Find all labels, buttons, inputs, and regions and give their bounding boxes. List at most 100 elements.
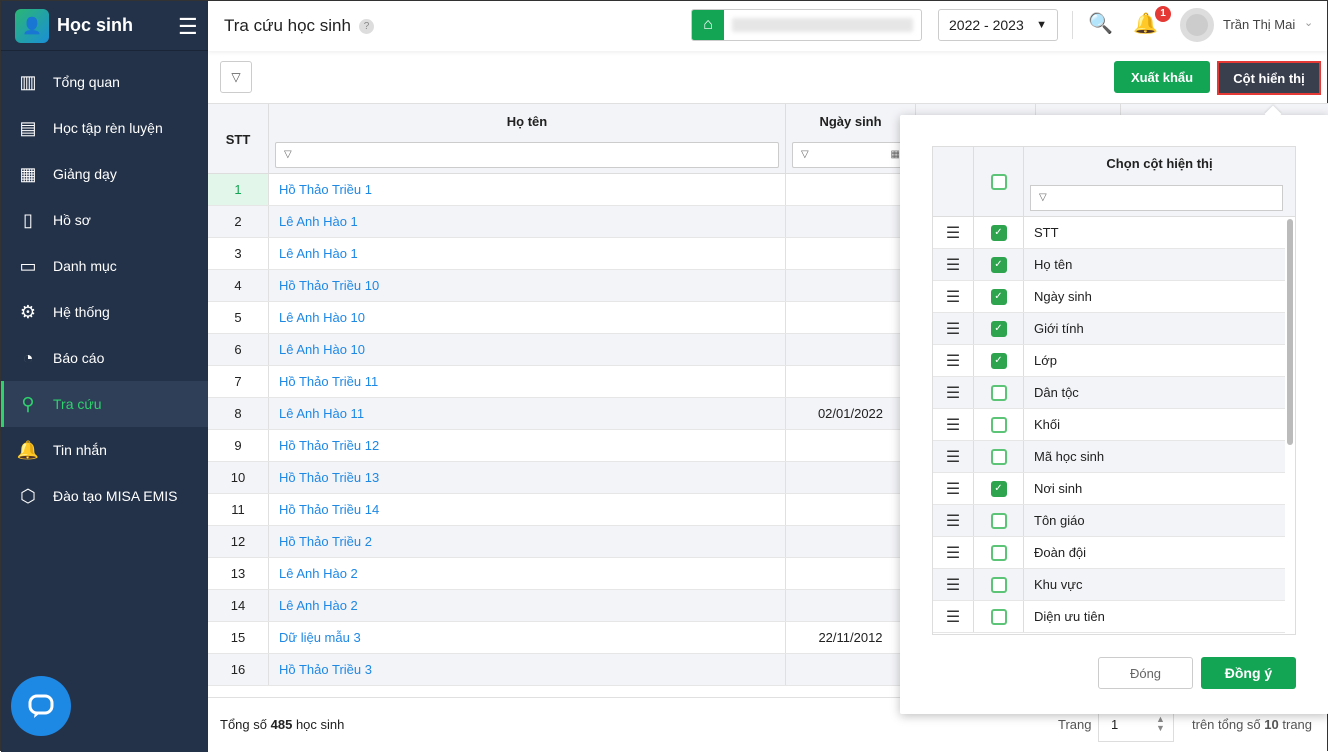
school-year-select[interactable]: 2022 - 2023 ▼ [938, 9, 1058, 41]
column-option: ☰ Dân tộc [933, 377, 1285, 409]
drag-handle-icon[interactable]: ☰ [933, 377, 974, 408]
column-checkbox[interactable]: ✓ [990, 224, 1007, 241]
bell-icon: 🔔 [16, 439, 40, 460]
sidebar-item-label: Học tập rèn luyện [53, 120, 163, 136]
chevron-down-icon[interactable]: ⌄ [1304, 16, 1313, 29]
student-name-link[interactable]: Hồ Thảo Triều 2 [269, 526, 786, 557]
student-name-link[interactable]: Lê Anh Hào 1 [269, 206, 786, 237]
pages-value: 10 [1264, 717, 1279, 732]
stt-cell: 4 [208, 270, 269, 301]
sidebar-item[interactable]: ▥ Tổng quan [1, 59, 208, 105]
student-name-link[interactable]: Lê Anh Hào 1 [269, 238, 786, 269]
sidebar-item[interactable]: ⚲ Tra cứu [1, 381, 208, 427]
sidebar-item[interactable]: ⬡ Đào tạo MISA EMIS [1, 473, 208, 519]
student-name-link[interactable]: Hồ Thảo Triều 10 [269, 270, 786, 301]
column-filter-input[interactable]: ▽ [1030, 185, 1283, 211]
drag-handle-icon[interactable]: ☰ [933, 441, 974, 472]
checkbox-cell [974, 569, 1024, 600]
column-checkbox[interactable] [990, 544, 1007, 561]
display-columns-button[interactable]: Cột hiển thị [1217, 61, 1321, 95]
sidebar-item[interactable]: ▯ Hồ sơ [1, 197, 208, 243]
stt-cell: 9 [208, 430, 269, 461]
page-stepper-icon[interactable]: ▲ ▼ [1156, 715, 1165, 733]
stt-cell: 10 [208, 462, 269, 493]
column-picker-header: Chọn cột hiện thị ▽ [933, 147, 1295, 217]
stt-cell: 15 [208, 622, 269, 653]
drag-handle-icon[interactable]: ☰ [933, 281, 974, 312]
menu-icon[interactable]: ☰ [178, 14, 198, 40]
avatar[interactable] [1180, 8, 1214, 42]
chat-icon [28, 694, 54, 718]
sidebar-item[interactable]: ▤ Học tập rèn luyện [1, 105, 208, 151]
dob-cell [786, 206, 916, 237]
student-name-link[interactable]: Lê Anh Hào 2 [269, 558, 786, 589]
drag-handle-icon[interactable]: ☰ [933, 345, 974, 376]
column-header-dob: Ngày sinh ▽ ▦ [786, 104, 916, 174]
confirm-button[interactable]: Đồng ý [1201, 657, 1296, 689]
column-picker-title: Chọn cột hiện thị [1106, 156, 1213, 171]
sidebar-item-label: Tổng quan [53, 74, 120, 90]
student-name-link[interactable]: Lê Anh Hào 10 [269, 334, 786, 365]
sidebar-item[interactable]: ▭ Danh mục [1, 243, 208, 289]
drag-handle-icon[interactable]: ☰ [933, 601, 974, 632]
select-all-checkbox[interactable] [990, 173, 1007, 190]
student-name-link[interactable]: Hồ Thảo Triều 11 [269, 366, 786, 397]
checkbox-cell [974, 441, 1024, 472]
close-button[interactable]: Đóng [1098, 657, 1193, 689]
column-option: ☰ ✓ Lớp [933, 345, 1285, 377]
column-checkbox[interactable] [990, 416, 1007, 433]
sidebar-item[interactable]: ◔ Báo cáo [1, 335, 208, 381]
drag-handle-icon[interactable]: ☰ [933, 313, 974, 344]
column-option: ☰ ✓ Họ tên [933, 249, 1285, 281]
column-checkbox[interactable] [990, 384, 1007, 401]
calendar-icon[interactable]: ▦ [891, 149, 900, 160]
student-name-link[interactable]: Lê Anh Hào 2 [269, 590, 786, 621]
drag-handle-icon[interactable]: ☰ [933, 217, 974, 248]
column-option: ☰ Diện ưu tiên [933, 601, 1285, 633]
column-header-stt: STT [208, 104, 269, 174]
dob-cell [786, 526, 916, 557]
column-checkbox[interactable] [990, 448, 1007, 465]
column-checkbox[interactable]: ✓ [990, 320, 1007, 337]
column-option: ☰ Khối [933, 409, 1285, 441]
column-checkbox[interactable]: ✓ [990, 480, 1007, 497]
drag-handle-icon[interactable]: ☰ [933, 249, 974, 280]
column-checkbox[interactable]: ✓ [990, 352, 1007, 369]
sidebar-item[interactable]: ▦ Giảng dạy [1, 151, 208, 197]
column-checkbox[interactable] [990, 512, 1007, 529]
column-checkbox[interactable] [990, 608, 1007, 625]
checkbox-cell [974, 377, 1024, 408]
student-name-link[interactable]: Hồ Thảo Triều 3 [269, 654, 786, 685]
search-icon: ⚲ [21, 393, 35, 414]
user-name[interactable]: Trần Thị Mai [1223, 17, 1295, 32]
drag-handle-icon[interactable]: ☰ [933, 473, 974, 504]
drag-handle-icon[interactable]: ☰ [933, 537, 974, 568]
name-filter-input[interactable]: ▽ [275, 142, 779, 168]
chat-button[interactable] [11, 676, 71, 736]
student-name-link[interactable]: Hồ Thảo Triều 13 [269, 462, 786, 493]
student-name-link[interactable]: Lê Anh Hào 11 [269, 398, 786, 429]
help-icon[interactable]: ? [358, 18, 374, 34]
dob-filter-input[interactable]: ▽ ▦ [792, 142, 909, 168]
drag-handle-icon[interactable]: ☰ [933, 569, 974, 600]
stt-cell: 3 [208, 238, 269, 269]
student-name-link[interactable]: Hồ Thảo Triều 14 [269, 494, 786, 525]
scrollbar[interactable] [1287, 219, 1293, 445]
sidebar-item[interactable]: ⚙ Hệ thống [1, 289, 208, 335]
column-checkbox[interactable] [990, 576, 1007, 593]
column-checkbox[interactable]: ✓ [990, 288, 1007, 305]
student-name-link[interactable]: Lê Anh Hào 10 [269, 302, 786, 333]
drag-handle-icon[interactable]: ☰ [933, 505, 974, 536]
column-checkbox[interactable]: ✓ [990, 256, 1007, 273]
sidebar-item[interactable]: 🔔 Tin nhắn [1, 427, 208, 473]
student-name-link[interactable]: Hồ Thảo Triều 1 [269, 174, 786, 205]
school-selector[interactable]: ⌂ [691, 9, 922, 41]
dob-cell [786, 270, 916, 301]
student-name-link[interactable]: Hồ Thảo Triều 12 [269, 430, 786, 461]
filter-button[interactable]: ▽ [220, 61, 252, 93]
student-name-link[interactable]: Dữ liệu mẫu 3 [269, 622, 786, 653]
sidebar-item-label: Hệ thống [53, 304, 110, 320]
export-button[interactable]: Xuất khẩu [1114, 61, 1210, 93]
analytics-search-icon[interactable]: 🔍 [1088, 11, 1113, 36]
drag-handle-icon[interactable]: ☰ [933, 409, 974, 440]
